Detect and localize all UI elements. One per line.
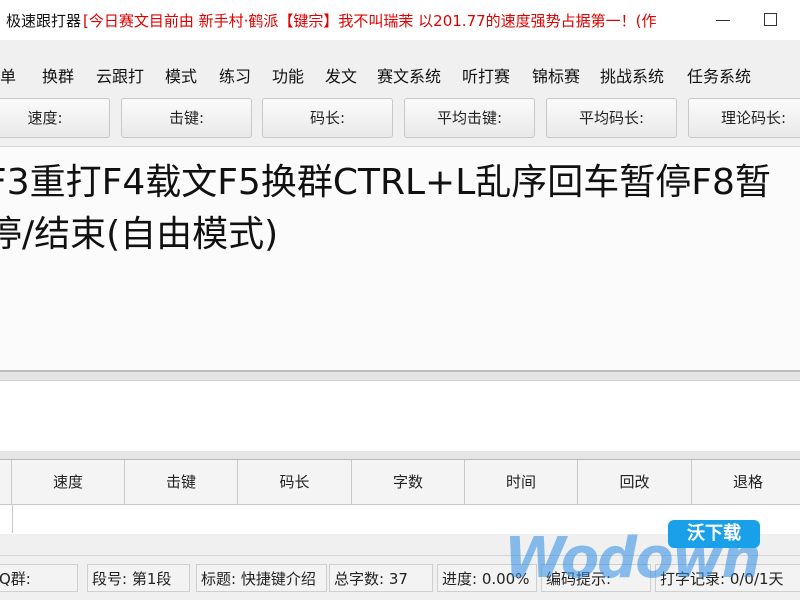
typing-input[interactable] [0, 381, 800, 451]
avg-keystroke-stat-button[interactable]: 平均击键: [404, 98, 535, 138]
menu-item-send-text[interactable]: 发文 [325, 64, 357, 90]
app-title: 极速跟打器 [6, 11, 82, 30]
stats-row: 速度: 击键: 码长: 平均击键: 平均码长: 理论码长: [0, 98, 800, 142]
column-header-speed[interactable]: 速度 [12, 460, 125, 504]
table-row[interactable] [0, 505, 13, 533]
status-bar: Q群: 段号: 第1段 标题: 快捷键介绍 总字数: 37 进度: 0.00% … [0, 555, 800, 600]
column-header-corrections[interactable]: 回改 [578, 460, 692, 504]
results-table-header: 速度 击键 码长 字数 时间 回改 退格 [0, 460, 800, 505]
theoretical-code-length-stat-button[interactable]: 理论码长: [688, 98, 800, 138]
column-header-time[interactable]: 时间 [465, 460, 578, 504]
menu-item-task-system[interactable]: 任务系统 [687, 64, 751, 90]
menu-bar: 菜单 换群 云跟打 模式 练习 功能 发文 赛文系统 听打赛 锦标赛 挑战系统 … [0, 60, 800, 94]
menu-item-practice[interactable]: 练习 [219, 64, 251, 90]
menu-item-race-text-system[interactable]: 赛文系统 [377, 64, 441, 90]
row-header-corner [0, 460, 12, 504]
status-progress: 进度: 0.00% [437, 564, 537, 592]
maximize-icon [764, 13, 777, 26]
status-segment: 段号: 第1段 [87, 564, 190, 592]
status-total-chars: 总字数: 37 [329, 564, 433, 592]
maximize-button[interactable] [746, 0, 796, 40]
avg-code-length-stat-button[interactable]: 平均码长: [546, 98, 677, 138]
column-header-backspace[interactable]: 退格 [692, 460, 800, 504]
menu-item-championship[interactable]: 锦标赛 [532, 64, 580, 90]
column-header-char-count[interactable]: 字数 [352, 460, 465, 504]
menu-item-switch-group[interactable]: 换群 [42, 64, 74, 90]
speed-stat-button[interactable]: 速度: [0, 98, 110, 138]
column-header-keystroke[interactable]: 击键 [125, 460, 238, 504]
results-table: 速度 击键 码长 字数 时间 回改 退格 [0, 459, 800, 534]
title-bar: 极速跟打器 [今日赛文目前由 新手村·鹤派【键宗】我不叫瑞茉 以201.77的速… [0, 0, 800, 40]
menu-item-challenge-system[interactable]: 挑战系统 [600, 64, 664, 90]
keystroke-stat-button[interactable]: 击键: [121, 98, 252, 138]
splitter[interactable] [0, 370, 800, 381]
minimize-button[interactable] [700, 0, 746, 40]
race-announcement: [今日赛文目前由 新手村·鹤派【键宗】我不叫瑞茉 以201.77的速度强势占据第… [83, 11, 657, 30]
column-header-code-length[interactable]: 码长 [238, 460, 352, 504]
app-window: 极速跟打器 [今日赛文目前由 新手村·鹤派【键宗】我不叫瑞茉 以201.77的速… [0, 0, 800, 600]
menu-item-function[interactable]: 功能 [272, 64, 304, 90]
splitter-lower [0, 451, 800, 459]
article-text: F3重打F4载文F5换群CTRL+L乱序回车暂停F8暂停/结束(自由模式) [0, 162, 771, 255]
status-title: 标题: 快捷键介绍 [196, 564, 327, 592]
status-qq-group: Q群: [0, 564, 78, 592]
menu-item-mode[interactable]: 模式 [165, 64, 197, 90]
menu-item-menu[interactable]: 菜单 [0, 64, 16, 90]
minimize-icon [716, 20, 730, 21]
status-code-hint: 编码提示: [541, 564, 651, 592]
article-display: F3重打F4载文F5换群CTRL+L乱序回车暂停F8暂停/结束(自由模式) [0, 146, 800, 371]
code-length-stat-button[interactable]: 码长: [262, 98, 393, 138]
menu-item-cloud-follow[interactable]: 云跟打 [96, 64, 144, 90]
menu-item-listen-race[interactable]: 听打赛 [462, 64, 510, 90]
status-typing-record: 打字记录: 0/0/1天 [655, 564, 800, 592]
